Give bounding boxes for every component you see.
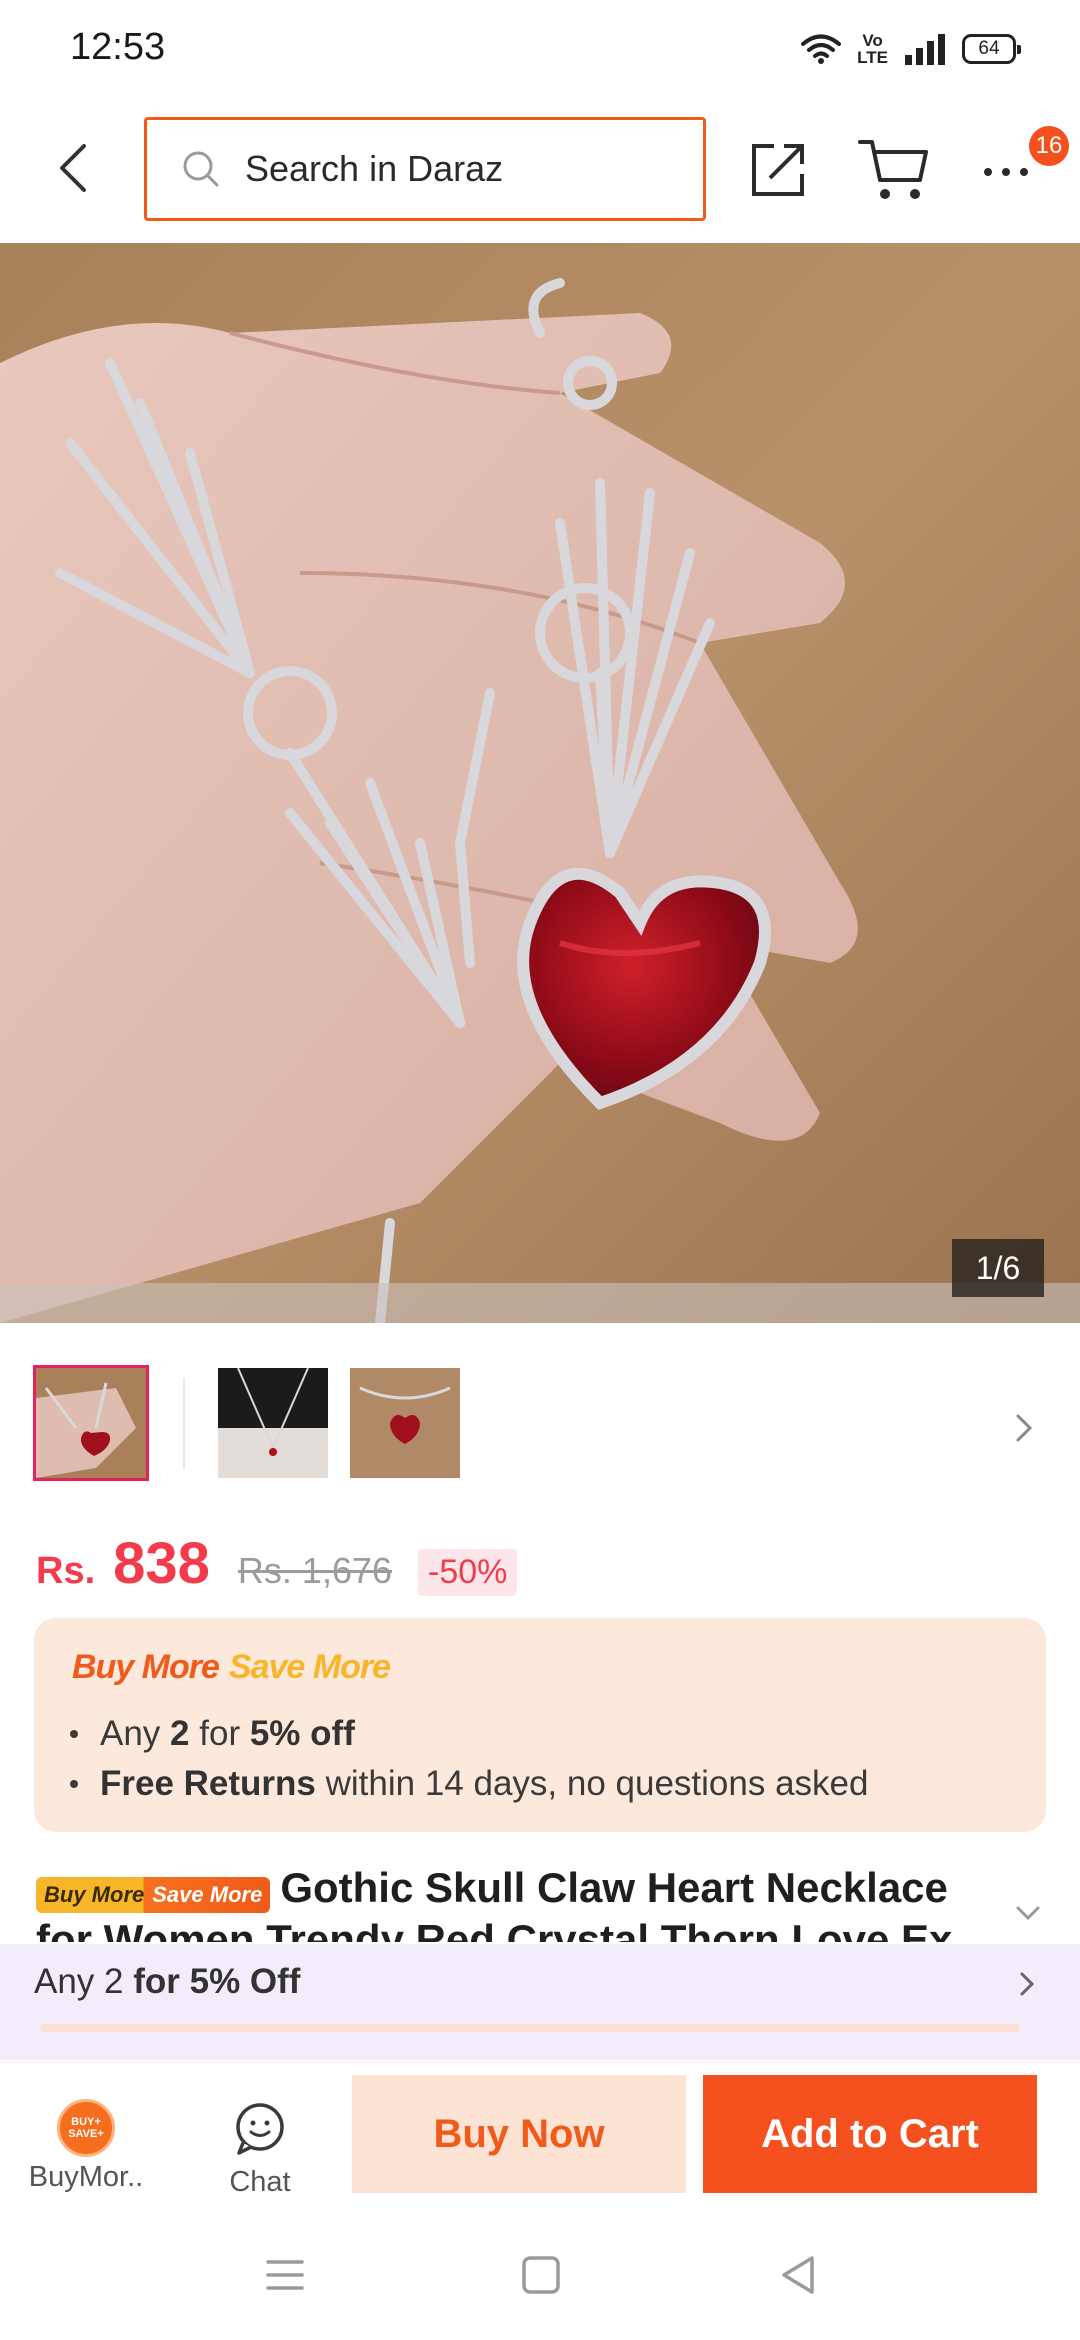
thumbnail-1[interactable] — [33, 1365, 149, 1481]
offer-text: Any 2 for 5% Off — [34, 1962, 300, 2002]
buy-more-save-more-badge: Buy More Save More — [36, 1876, 271, 1913]
chevron-right-icon — [1020, 1972, 1035, 1996]
volte-text-bottom: LTE — [857, 48, 888, 67]
price-row: Rs. 838 Rs. 1,676 -50% — [36, 1530, 518, 1600]
buy-now-button[interactable]: Buy Now — [352, 2075, 686, 2193]
promo-line-returns: Free Returns within 14 days, no question… — [70, 1764, 868, 1804]
back-button[interactable] — [38, 128, 108, 208]
thumbnail-1-image — [36, 1368, 146, 1478]
bottom-action-bar: BUY+ SAVE+ BuyMor.. Chat Buy Now Add to … — [0, 2062, 1080, 2202]
bullet — [70, 1730, 78, 1738]
thumbnail-3[interactable] — [350, 1368, 460, 1478]
buy-more-icon-text-top: BUY+ — [71, 2116, 101, 2128]
signal-icon — [905, 34, 945, 65]
chat-button[interactable]: Chat — [190, 2099, 330, 2199]
search-placeholder: Search in Daraz — [245, 148, 504, 189]
title-expand-button[interactable] — [1014, 1902, 1042, 1926]
chevron-left-icon — [60, 144, 86, 192]
promo-line1-qty: 2 — [170, 1714, 190, 1753]
original-price: Rs. 1,676 — [237, 1550, 393, 1591]
image-counter: 1/6 — [952, 1239, 1044, 1297]
offer-text-bold: for 5% Off — [133, 1962, 301, 2001]
status-icons: Vo LTE 64 — [801, 26, 1021, 72]
cart-button[interactable] — [856, 134, 932, 204]
promo-line1-pre: Any — [100, 1714, 161, 1753]
share-icon — [752, 144, 804, 196]
product-title: Buy More Save More Gothic Skull Claw Heart… — [36, 1862, 986, 1942]
system-navigation-bar — [0, 2210, 1080, 2340]
bullet — [70, 1780, 78, 1788]
notification-badge: 16 — [1029, 126, 1069, 166]
badge-buy-more: Buy More — [44, 1881, 145, 1907]
promo-box[interactable]: Buy More Save More Any 2 for 5% off Free … — [34, 1618, 1046, 1832]
volte-icon: Vo LTE — [857, 32, 888, 66]
thumbnail-divider — [183, 1378, 185, 1468]
promo-line1-off: 5% off — [249, 1714, 355, 1753]
wifi-icon — [801, 34, 842, 64]
thumbnail-2[interactable] — [218, 1368, 328, 1478]
product-photo — [0, 243, 1080, 1323]
status-time: 12:53 — [70, 26, 166, 68]
thumbnail-strip — [0, 1360, 1080, 1481]
badge-save-more: Save More — [152, 1881, 263, 1907]
add-to-cart-button[interactable]: Add to Cart — [703, 2075, 1037, 2193]
home-icon[interactable] — [518, 2252, 564, 2298]
promo-title-buy-more: Buy More — [72, 1648, 220, 1686]
price-amount: 838 — [113, 1531, 210, 1596]
offer-text-pre: Any 2 — [34, 1962, 134, 2001]
offer-strip[interactable]: Any 2 for 5% Off — [0, 1944, 1080, 2060]
volte-text-top: Vo — [862, 31, 883, 50]
buy-more-button[interactable]: BUY+ SAVE+ BuyMor.. — [16, 2099, 156, 2194]
top-header: Search in Daraz — [0, 100, 1080, 240]
promo-title: Buy More Save More — [72, 1648, 391, 1687]
buy-more-icon: BUY+ SAVE+ — [57, 2099, 115, 2157]
promo-line2-rest: within 14 days, no questions asked — [315, 1764, 869, 1803]
offer-arrow — [1016, 1966, 1040, 2002]
search-icon — [183, 151, 219, 187]
buy-more-label: BuyMor.. — [28, 2161, 144, 2193]
chevron-down-icon — [1016, 1906, 1040, 1921]
cart-icon — [858, 140, 928, 199]
menu-icon[interactable] — [262, 2252, 308, 2298]
chat-label: Chat — [229, 2166, 291, 2198]
product-image[interactable]: 1/6 — [0, 243, 1080, 1323]
search-input[interactable]: Search in Daraz — [144, 117, 706, 221]
promo-line-quantity: Any 2 for 5% off — [70, 1714, 355, 1754]
promo-title-save-more: Save More — [228, 1648, 391, 1686]
status-bar: 12:53 Vo LTE 64 — [0, 0, 1080, 96]
share-button[interactable] — [744, 134, 814, 204]
offer-progress-bar — [40, 2024, 1020, 2032]
price-currency: Rs. — [36, 1550, 96, 1592]
discount-badge: -50% — [418, 1549, 518, 1596]
back-triangle-icon[interactable] — [776, 2252, 822, 2298]
thumbnail-next-button[interactable] — [1010, 1408, 1040, 1448]
thumbnail-3-image — [350, 1368, 460, 1478]
buy-more-icon-text-bottom: SAVE+ — [68, 2128, 104, 2140]
chevron-right-icon — [1016, 1414, 1033, 1442]
chat-icon — [236, 2103, 284, 2155]
battery-icon: 64 — [962, 34, 1021, 64]
promo-line2-bold: Free Returns — [100, 1764, 316, 1803]
thumbnail-2-image — [218, 1368, 328, 1478]
promo-line1-mid: for — [199, 1714, 241, 1753]
